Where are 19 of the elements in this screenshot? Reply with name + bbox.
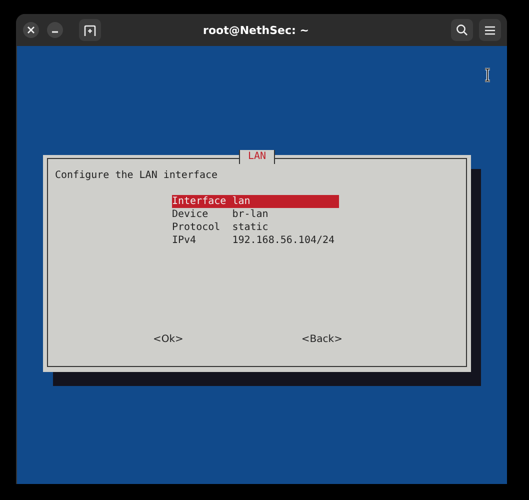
close-button[interactable] [23, 22, 39, 38]
menu-icon [485, 26, 495, 34]
window-title: root@NethSec: ~ [202, 24, 310, 36]
dialog-button[interactable]: <Ok> [153, 334, 184, 345]
menu-item[interactable]: Protocol static [172, 221, 339, 234]
menu-item[interactable]: Interface lan [172, 195, 339, 208]
new-tab-icon [84, 24, 96, 36]
search-icon [456, 24, 468, 36]
menu-item[interactable]: IPv4 192.168.56.104/24 [172, 234, 339, 247]
close-icon [27, 26, 35, 34]
dialog-prompt: Configure the LAN interface [55, 169, 219, 182]
dialog-button[interactable]: <Back> [301, 334, 342, 345]
new-tab-button[interactable] [79, 19, 101, 41]
text-cursor-icon [484, 68, 491, 82]
dialog-title: LAN [238, 150, 276, 164]
menu-button[interactable] [479, 19, 501, 41]
minimize-button[interactable] [47, 22, 63, 38]
menu-item[interactable]: Device br-lan [172, 208, 339, 221]
search-button[interactable] [451, 19, 473, 41]
